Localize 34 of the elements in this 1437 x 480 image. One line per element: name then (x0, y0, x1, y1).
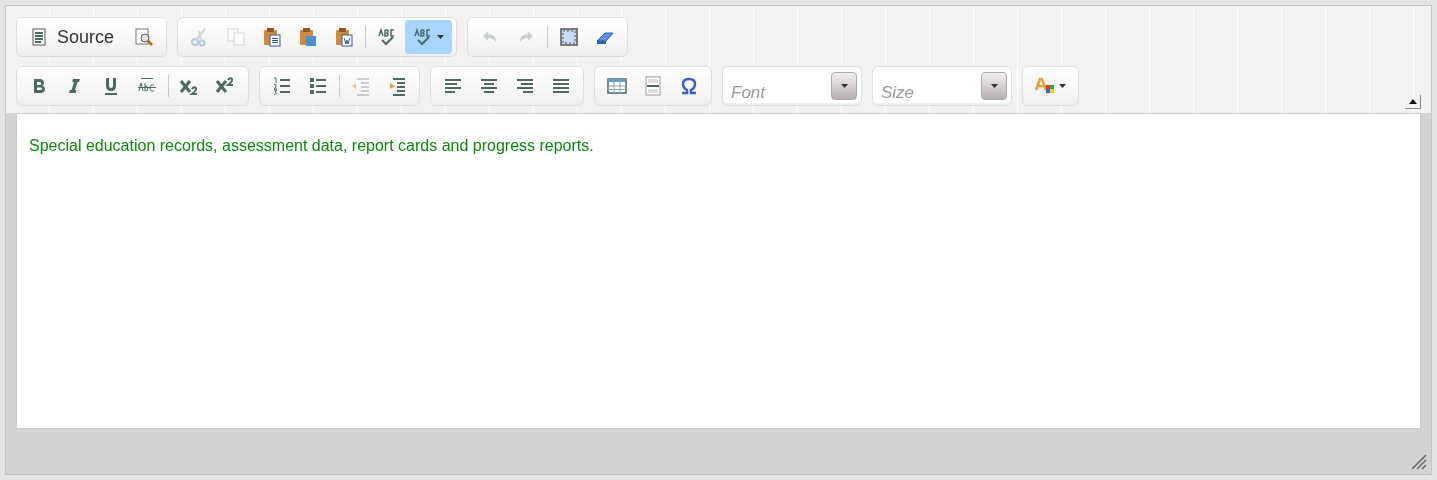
toolbar-button[interactable]: Source (21, 20, 127, 54)
dropdown-button[interactable] (405, 20, 453, 54)
numbered-list-icon (272, 76, 292, 96)
align-left-icon (443, 76, 463, 96)
dropdown-arrow-button[interactable] (981, 72, 1007, 100)
dropdown-field[interactable]: Size (873, 69, 1011, 103)
select-all-icon (559, 27, 580, 47)
align-center-icon (479, 76, 499, 96)
dropdown-field[interactable]: Font (723, 69, 861, 103)
clipboard-icon (334, 27, 355, 47)
collapse-toolbar-button[interactable] (1405, 95, 1421, 109)
caret-icon (840, 84, 848, 88)
outdent-icon (351, 76, 371, 96)
justify-icon (551, 76, 571, 96)
omega-icon (679, 76, 699, 96)
document-icon (29, 27, 49, 47)
table-icon (607, 76, 627, 96)
dropdown-arrow-button[interactable] (831, 72, 857, 100)
caret-icon (1059, 84, 1066, 88)
indent-icon (387, 76, 407, 96)
copy-icon (226, 27, 247, 47)
content-paragraph: Special education records, assessment data, report cards and progress reports. (29, 136, 595, 156)
caret-icon (990, 84, 998, 88)
dropdown-placeholder: Size (881, 84, 915, 102)
text-color-icon (1035, 76, 1055, 96)
magnifier-icon (134, 27, 155, 47)
clipboard-icon (298, 27, 319, 47)
caret-icon (437, 35, 445, 39)
dropdown-placeholder: Font (731, 84, 766, 102)
up-arrow-icon (1408, 99, 1417, 104)
superscript-icon (216, 76, 236, 96)
clipboard-icon (262, 27, 283, 47)
bulleted-list-icon (308, 76, 328, 96)
align-right-icon (515, 76, 535, 96)
